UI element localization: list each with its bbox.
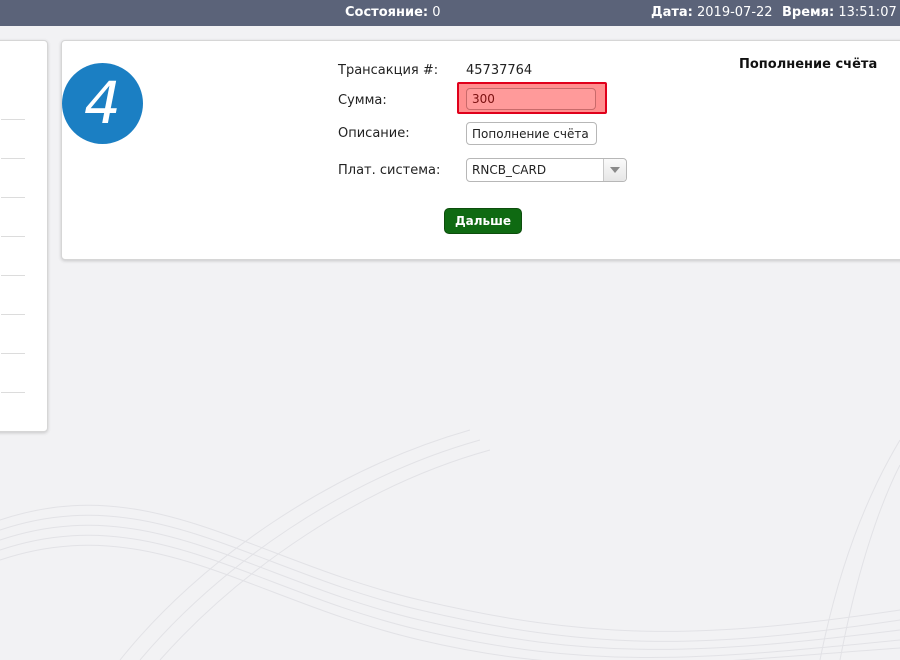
menu-divider — [1, 392, 25, 393]
menu-divider — [1, 119, 25, 120]
status-bar: Состояние: 0 Дата: 2019-07-22 Время: 13:… — [0, 0, 900, 26]
state-indicator: Состояние: 0 — [345, 5, 441, 20]
menu-divider — [1, 275, 25, 276]
time-value: 13:51:07 — [838, 5, 897, 20]
time-indicator: Время: 13:51:07 — [782, 5, 897, 20]
payment-system-select[interactable]: RNCB_CARD — [466, 158, 627, 182]
dropdown-button[interactable] — [603, 159, 626, 181]
payment-form-panel: 4 Пополнение счёта Трансакция #: 4573776… — [61, 40, 900, 260]
payment-system-label: Плат. система: — [338, 163, 441, 178]
description-input[interactable] — [466, 122, 597, 145]
step-number-badge: 4 — [62, 63, 143, 144]
menu-divider — [1, 353, 25, 354]
date-value: 2019-07-22 — [697, 5, 773, 20]
state-value: 0 — [432, 5, 441, 20]
description-label: Описание: — [338, 126, 410, 141]
date-indicator: Дата: 2019-07-22 — [651, 5, 773, 20]
menu-divider — [1, 158, 25, 159]
transaction-value: 45737764 — [466, 63, 533, 78]
next-button[interactable]: Дальше — [444, 208, 522, 234]
time-label: Время: — [782, 5, 835, 20]
menu-divider — [1, 236, 25, 237]
side-menu-panel — [0, 40, 48, 432]
date-label: Дата: — [651, 5, 693, 20]
transaction-label: Трансакция #: — [338, 63, 439, 78]
form-title: Пополнение счёта — [739, 57, 878, 72]
amount-input[interactable] — [466, 88, 596, 110]
payment-system-selected: RNCB_CARD — [472, 163, 547, 177]
menu-divider — [1, 197, 25, 198]
amount-label: Сумма: — [338, 93, 387, 108]
chevron-down-icon — [610, 167, 620, 173]
state-label: Состояние: — [345, 5, 429, 20]
menu-divider — [1, 314, 25, 315]
